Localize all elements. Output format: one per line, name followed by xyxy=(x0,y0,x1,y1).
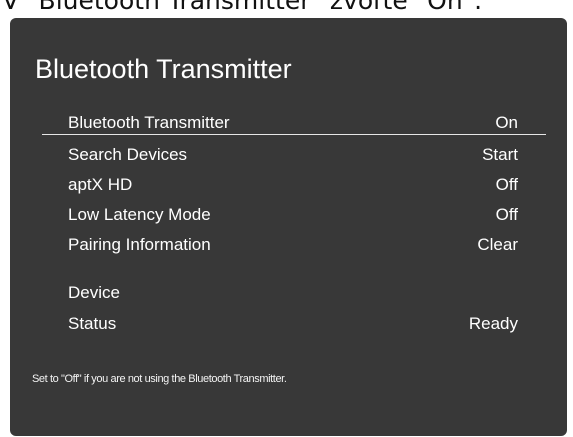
hint-text: Set to "Off" if you are not using the Bl… xyxy=(32,373,287,385)
info-row-status: Status Ready xyxy=(68,313,518,335)
info-row-device: Device xyxy=(68,282,518,304)
menu-item-value: Start xyxy=(482,145,518,164)
menu-item-search-devices[interactable]: Search Devices Start xyxy=(68,144,518,166)
caption-text: V "Bluetooth Transmitter" zvoľte "On". xyxy=(2,0,483,15)
menu-item-label: aptX HD xyxy=(68,175,133,194)
menu-item-aptx-hd[interactable]: aptX HD Off xyxy=(68,174,518,196)
info-label: Status xyxy=(68,314,117,333)
menu-item-label: Search Devices xyxy=(68,145,188,164)
menu-item-label: Low Latency Mode xyxy=(68,205,211,224)
menu-item-bluetooth-transmitter[interactable]: Bluetooth Transmitter On xyxy=(68,112,518,134)
menu-item-low-latency-mode[interactable]: Low Latency Mode Off xyxy=(68,204,518,226)
menu-item-pairing-information[interactable]: Pairing Information Clear xyxy=(68,234,518,256)
menu-item-value: Clear xyxy=(477,235,518,254)
menu-item-value: On xyxy=(495,113,518,132)
screen-title: Bluetooth Transmitter xyxy=(35,54,292,84)
menu-item-label: Bluetooth Transmitter xyxy=(68,113,230,132)
info-label: Device xyxy=(68,283,120,302)
info-value: Ready xyxy=(468,314,518,333)
osd-panel: Bluetooth Transmitter Bluetooth Transmit… xyxy=(10,18,567,436)
menu-item-value: Off xyxy=(495,205,518,224)
menu-item-value: Off xyxy=(495,175,518,194)
selection-underline xyxy=(42,134,546,135)
menu-item-label: Pairing Information xyxy=(68,235,211,254)
